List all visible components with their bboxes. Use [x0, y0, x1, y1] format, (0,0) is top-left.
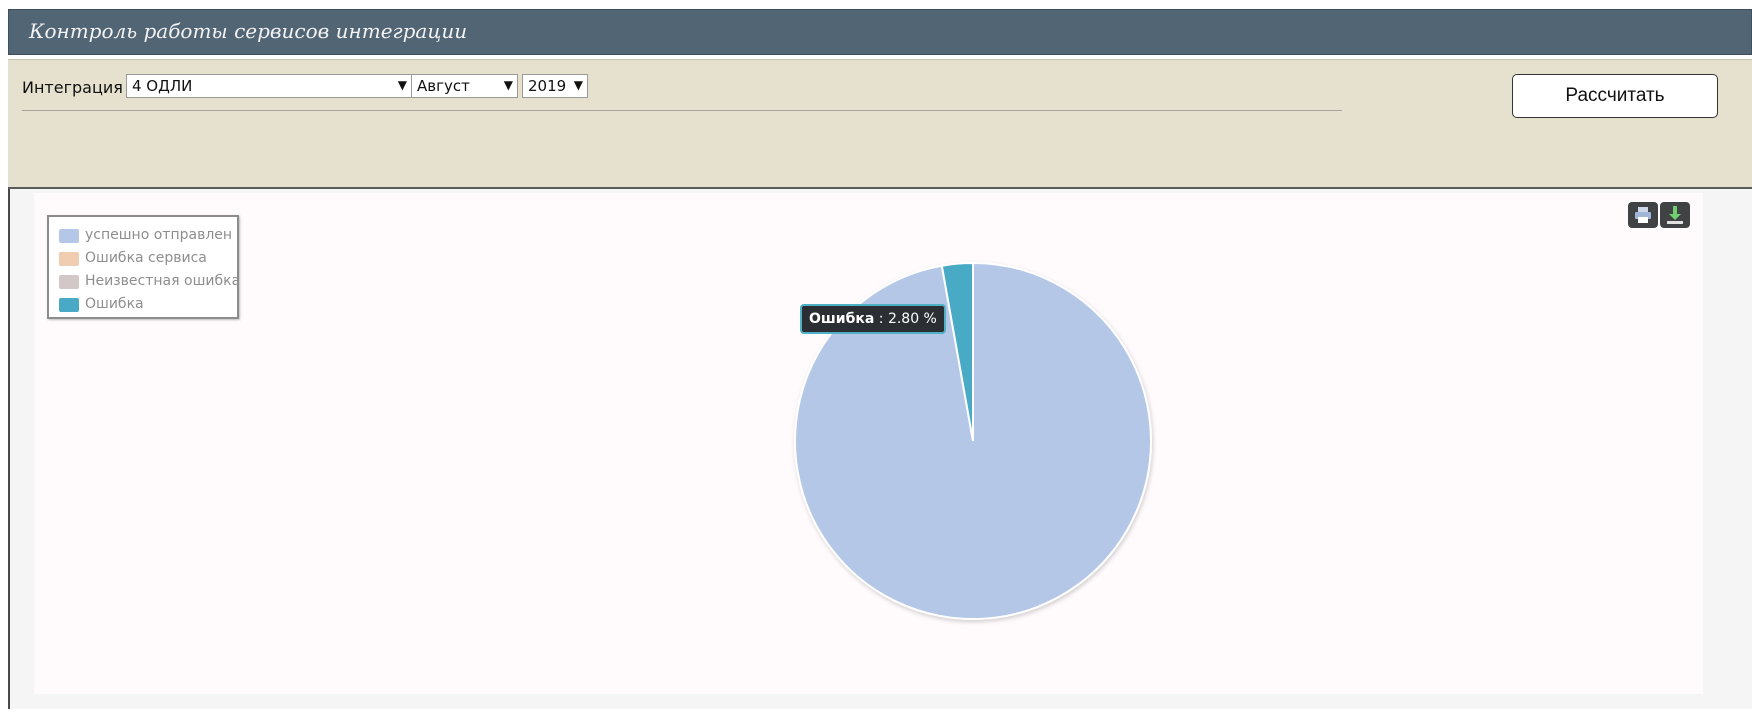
chevron-down-icon: ▼	[397, 78, 407, 92]
chart-legend: успешно отправлен Ошибка сервиса Неизвестн…	[47, 215, 241, 319]
print-icon	[1635, 207, 1651, 223]
download-icon	[1667, 206, 1683, 224]
chevron-down-icon: ▼	[573, 78, 583, 92]
legend-swatch	[59, 229, 79, 243]
chart-tooltip: Ошибка : 2.80 %	[800, 304, 946, 334]
tooltip-series: Ошибка	[809, 311, 875, 327]
chevron-down-icon: ▼	[503, 78, 513, 92]
month-select[interactable]: Август ▼	[411, 74, 518, 98]
year-select-value: 2019	[528, 77, 567, 95]
page-title: Контроль работы сервисов интеграции	[29, 19, 468, 43]
integration-select-value: 4 ОДЛИ	[132, 77, 193, 95]
integration-select[interactable]: 4 ОДЛИ ▼	[126, 74, 412, 98]
legend-label: Ошибка	[85, 296, 144, 312]
integration-label: Интеграция	[22, 78, 123, 97]
year-select[interactable]: 2019 ▼	[522, 74, 588, 98]
print-button[interactable]	[1628, 202, 1658, 228]
tooltip-value: 2.80 %	[887, 311, 937, 327]
month-select-value: Август	[417, 77, 470, 95]
download-button[interactable]	[1660, 202, 1690, 228]
page-header: Контроль работы сервисов интеграции	[8, 9, 1752, 55]
legend-label: успешно отправлен	[85, 227, 233, 243]
tooltip-separator: :	[878, 311, 884, 327]
legend-label: Неизвестная ошибка	[85, 273, 241, 289]
legend-swatch	[59, 252, 79, 266]
legend-swatch	[59, 275, 79, 289]
filter-toolbar: Интеграция 4 ОДЛИ ▼ Август ▼ 2019 ▼ Расс…	[8, 59, 1752, 189]
legend-swatch	[59, 298, 79, 312]
legend-label: Ошибка сервиса	[85, 250, 207, 266]
calculate-button[interactable]: Рассчитать	[1512, 74, 1718, 118]
filter-divider	[22, 110, 1342, 111]
